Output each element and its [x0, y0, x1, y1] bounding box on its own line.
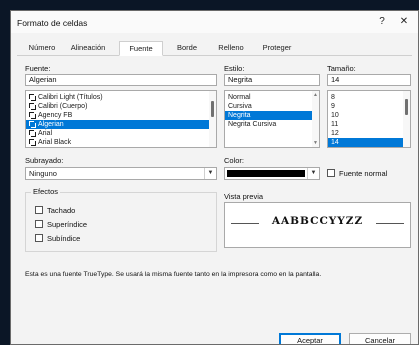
font-info-text: Esta es una fuente TrueType. Se usará la…: [25, 271, 322, 278]
title-bar: Formato de celdas ? ✕: [11, 11, 418, 33]
preview-box: AABBCCYYZZ: [224, 202, 411, 248]
list-item[interactable]: Agency FB: [26, 111, 216, 120]
tab-proteger[interactable]: Proteger: [257, 41, 297, 56]
format-cells-dialog: Formato de celdas ? ✕ Número Alineación …: [10, 10, 419, 345]
tab-numero[interactable]: Número: [23, 41, 61, 56]
truetype-icon: [29, 130, 36, 137]
superscript-label: Superíndice: [47, 220, 88, 229]
color-swatch: [227, 170, 305, 177]
list-item[interactable]: Calibri (Cuerpo): [26, 102, 216, 111]
help-button[interactable]: ?: [372, 15, 392, 29]
tab-strip: Número Alineación Fuente Borde Relleno P…: [17, 41, 412, 56]
truetype-icon: [29, 121, 36, 128]
effects-title: Efectos: [31, 187, 61, 196]
size-list[interactable]: 8 9 10 11 12 14: [327, 90, 411, 148]
tab-alineacion[interactable]: Alineación: [65, 41, 111, 56]
strikethrough-checkbox[interactable]: [35, 206, 43, 214]
scroll-up-icon[interactable]: ▲: [313, 92, 318, 98]
style-list[interactable]: Normal Cursiva Negrita Negrita Cursiva ▲…: [224, 90, 320, 148]
tab-fuente[interactable]: Fuente: [119, 41, 163, 56]
strikethrough-label: Tachado: [47, 206, 76, 215]
style-input[interactable]: Negrita: [224, 74, 320, 86]
underline-value: Ninguno: [29, 169, 57, 178]
color-label: Color:: [224, 156, 245, 165]
baseline-right: [376, 223, 404, 224]
scroll-down-icon[interactable]: ▼: [313, 140, 318, 146]
subscript-label: Subíndice: [47, 234, 81, 243]
size-list-scrollbar[interactable]: [403, 91, 410, 147]
font-label: Fuente:: [25, 64, 51, 73]
preview-label: Vista previa: [224, 192, 264, 201]
truetype-icon: [29, 139, 36, 146]
truetype-icon: [29, 94, 36, 101]
list-item[interactable]: Negrita Cursiva: [225, 120, 319, 129]
close-button[interactable]: ✕: [394, 15, 414, 29]
superscript-checkbox[interactable]: [35, 220, 43, 228]
cancel-button[interactable]: Cancelar: [349, 333, 411, 344]
list-item-selected[interactable]: 14: [328, 138, 410, 147]
underline-select[interactable]: Ninguno ▼: [25, 167, 217, 180]
font-panel: Fuente: Algerian Calibri Light (Títulos)…: [17, 56, 412, 326]
list-item[interactable]: 11: [328, 120, 410, 129]
normal-font-checkbox[interactable]: [327, 169, 335, 177]
scroll-thumb[interactable]: [211, 101, 214, 117]
list-item[interactable]: Calibri Light (Títulos): [26, 93, 216, 102]
style-list-scrollbar[interactable]: ▲ ▼: [312, 91, 319, 147]
list-item-selected[interactable]: Algerian: [26, 120, 216, 129]
style-label: Estilo:: [224, 64, 245, 73]
list-item[interactable]: Cursiva: [225, 102, 319, 111]
list-item[interactable]: 10: [328, 111, 410, 120]
tab-borde[interactable]: Borde: [171, 41, 203, 56]
font-list-scrollbar[interactable]: [209, 91, 216, 147]
truetype-icon: [29, 112, 36, 119]
ok-button[interactable]: Aceptar: [279, 333, 341, 344]
list-item[interactable]: 9: [328, 102, 410, 111]
color-select[interactable]: ▼: [224, 167, 320, 180]
list-item[interactable]: Normal: [225, 93, 319, 102]
list-item[interactable]: Arial Black: [26, 138, 216, 147]
dialog-title: Formato de celdas: [17, 18, 88, 28]
size-label: Tamaño:: [327, 64, 356, 73]
tab-relleno[interactable]: Relleno: [213, 41, 249, 56]
list-item[interactable]: Arial: [26, 129, 216, 138]
font-input[interactable]: Algerian: [25, 74, 217, 86]
preview-text: AABBCCYYZZ: [271, 215, 364, 227]
list-item[interactable]: 12: [328, 129, 410, 138]
list-item-selected[interactable]: Negrita: [225, 111, 319, 120]
truetype-icon: [29, 103, 36, 110]
size-input[interactable]: 14: [327, 74, 411, 86]
subscript-checkbox[interactable]: [35, 234, 43, 242]
chevron-down-icon[interactable]: ▼: [307, 168, 319, 179]
chevron-down-icon[interactable]: ▼: [204, 168, 216, 179]
font-list[interactable]: Calibri Light (Títulos) Calibri (Cuerpo)…: [25, 90, 217, 148]
underline-label: Subrayado:: [25, 156, 64, 165]
scroll-thumb[interactable]: [405, 99, 408, 115]
normal-font-label: Fuente normal: [339, 169, 388, 178]
list-item[interactable]: 8: [328, 93, 410, 102]
